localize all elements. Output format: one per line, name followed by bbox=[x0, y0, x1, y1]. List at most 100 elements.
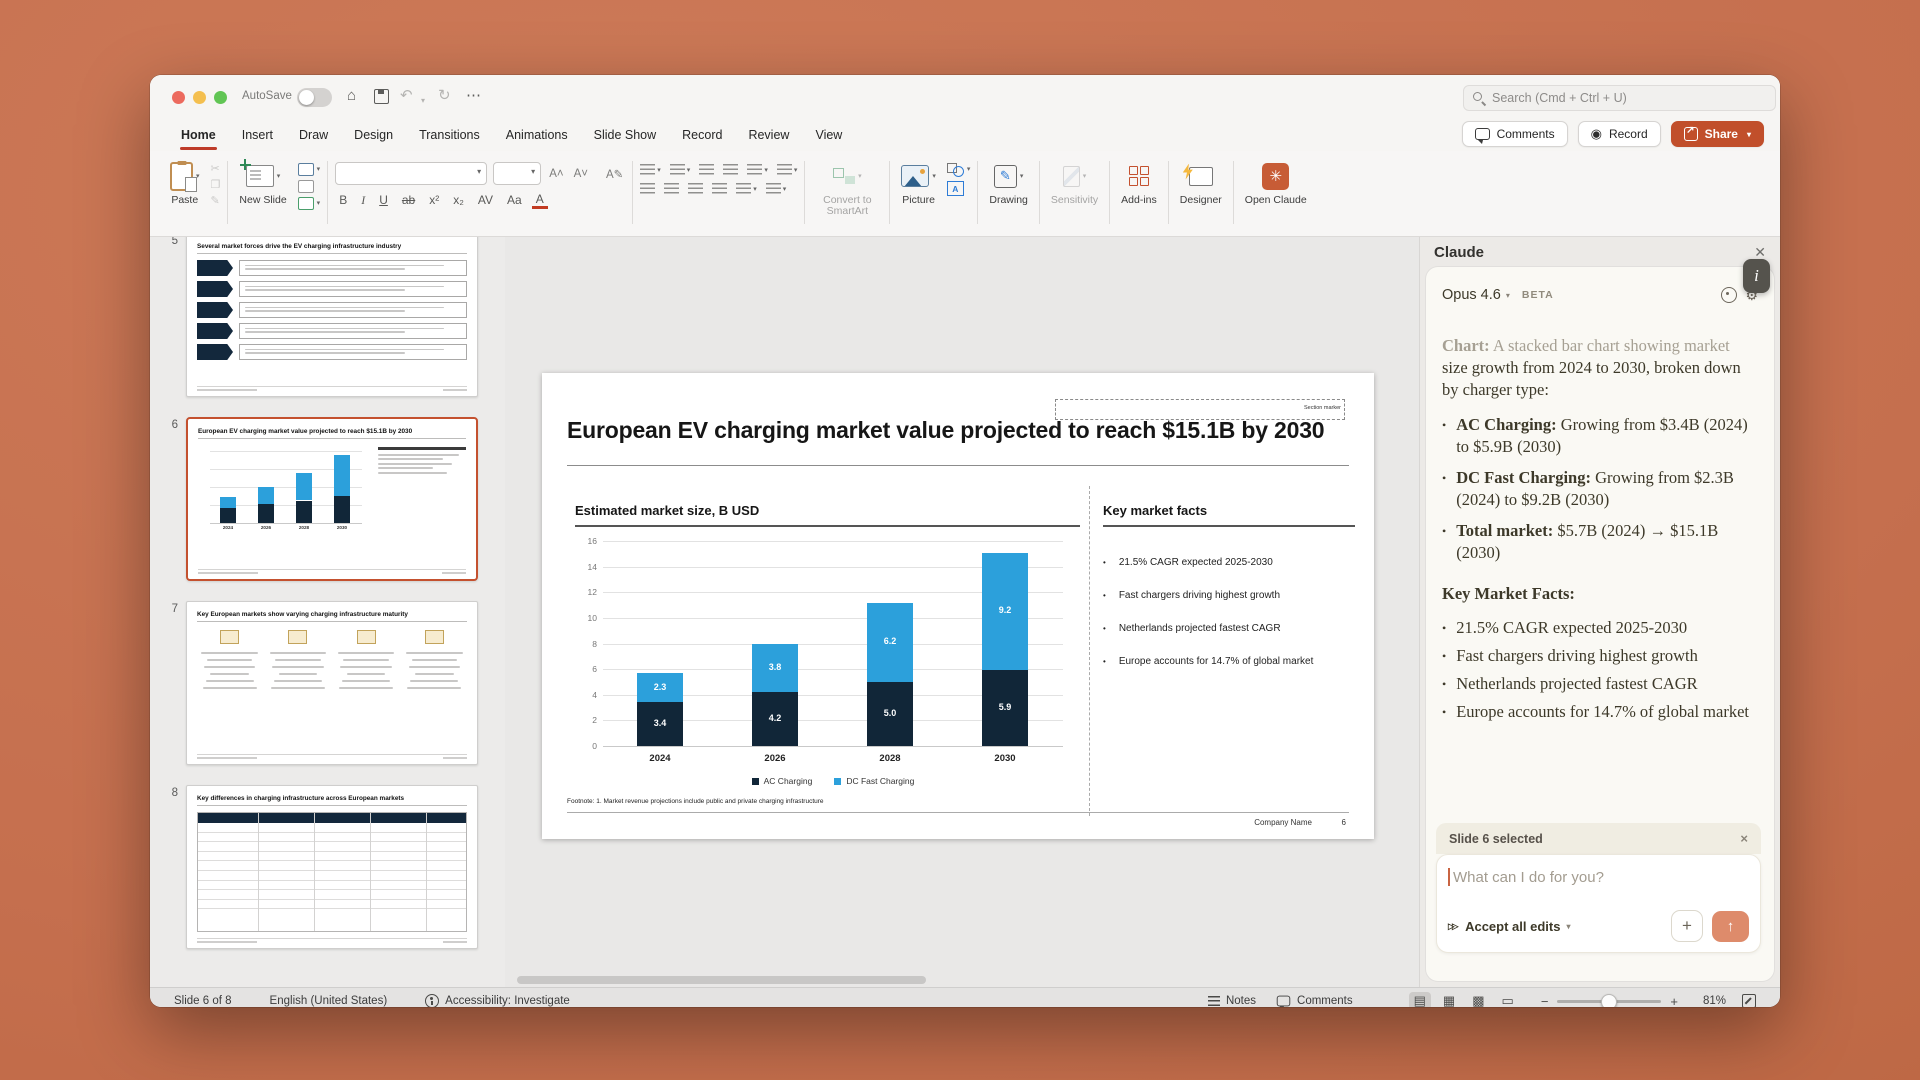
picture-button[interactable]: ▾ Picture bbox=[897, 159, 940, 236]
reading-view-button[interactable]: ▩ bbox=[1467, 992, 1489, 1007]
align-right-button[interactable] bbox=[688, 183, 703, 194]
tab-animations[interactable]: Animations bbox=[493, 118, 581, 151]
comments-button[interactable]: Comments bbox=[1462, 121, 1568, 147]
undo-icon[interactable]: ↶ bbox=[400, 86, 413, 106]
new-slide-button[interactable]: ▾ New Slide bbox=[235, 159, 290, 236]
tab-view[interactable]: View bbox=[802, 118, 855, 151]
notes-button[interactable]: Notes bbox=[1208, 995, 1256, 1007]
subscript-button[interactable]: x₂ bbox=[449, 191, 468, 209]
undo-chevron-icon[interactable]: ▾ bbox=[421, 91, 425, 111]
zoom-level[interactable]: 81% bbox=[1692, 995, 1726, 1007]
record-button[interactable]: ◉ Record bbox=[1578, 121, 1661, 147]
text-box-button[interactable] bbox=[947, 181, 971, 196]
decrease-font-size-button[interactable]: A˅ bbox=[572, 168, 590, 180]
slide-title[interactable]: European EV charging market value projec… bbox=[567, 417, 1349, 444]
indent-decrease-button[interactable] bbox=[699, 164, 714, 175]
more-commands-icon[interactable]: ⋯ bbox=[466, 86, 481, 106]
tab-transitions[interactable]: Transitions bbox=[406, 118, 493, 151]
align-center-button[interactable] bbox=[664, 183, 679, 194]
share-button[interactable]: Share ▾ bbox=[1671, 121, 1764, 147]
minimize-window-button[interactable] bbox=[193, 91, 206, 104]
font-color-button[interactable]: A bbox=[532, 192, 548, 209]
slide-editor[interactable]: Section marker European EV charging mark… bbox=[542, 373, 1374, 839]
slide-footnote[interactable]: Footnote: 1. Market revenue projections … bbox=[567, 798, 824, 805]
market-chart[interactable]: Estimated market size, B USD 02468101214… bbox=[575, 503, 1087, 803]
close-panel-icon[interactable]: ✕ bbox=[1754, 244, 1766, 261]
chat-input[interactable]: What can I do for you? ▷▷ Accept all edi… bbox=[1436, 854, 1761, 953]
align-left-button[interactable] bbox=[640, 183, 655, 194]
indent-increase-button[interactable] bbox=[723, 164, 738, 175]
slideshow-button[interactable]: ▭ bbox=[1497, 992, 1519, 1007]
zoom-slider-knob[interactable] bbox=[1601, 994, 1617, 1008]
cut-button[interactable]: ✂ bbox=[211, 163, 221, 175]
open-claude-button[interactable]: ✳ Open Claude bbox=[1241, 159, 1311, 236]
shapes-button[interactable]: ▾ bbox=[947, 163, 971, 177]
sensitivity-button[interactable]: ▾ Sensitivity bbox=[1047, 159, 1102, 236]
justify-button[interactable] bbox=[712, 183, 727, 194]
tab-draw[interactable]: Draw bbox=[286, 118, 341, 151]
designer-button[interactable]: Designer bbox=[1176, 159, 1226, 236]
normal-view-button[interactable]: ▤ bbox=[1409, 992, 1431, 1007]
key-facts-box[interactable]: Key market facts •21.5% CAGR expected 20… bbox=[1103, 503, 1355, 688]
redo-icon[interactable]: ↻ bbox=[438, 86, 451, 106]
slide-thumbnail-8[interactable]: Key differences in charging infrastructu… bbox=[186, 785, 478, 949]
accessibility-button[interactable]: Accessibility: Investigate bbox=[425, 994, 570, 1007]
italic-button[interactable]: I bbox=[357, 191, 369, 209]
line-spacing-button[interactable]: ▾ bbox=[747, 164, 768, 175]
zoom-slider[interactable] bbox=[1557, 1000, 1661, 1003]
zoom-in-button[interactable]: + bbox=[1670, 994, 1678, 1008]
send-button[interactable]: ↑ bbox=[1712, 911, 1749, 942]
slide-thumbnail-6[interactable]: European EV charging market value projec… bbox=[186, 417, 478, 581]
bold-button[interactable]: B bbox=[335, 191, 351, 209]
add-attachment-button[interactable]: + bbox=[1671, 910, 1703, 942]
format-painter-button[interactable]: ✎ bbox=[211, 195, 221, 207]
slide-layout-button[interactable]: ▾ bbox=[298, 163, 321, 176]
tab-home[interactable]: Home bbox=[168, 118, 229, 151]
fullscreen-icon[interactable] bbox=[1742, 994, 1756, 1007]
search-input[interactable]: Search (Cmd + Ctrl + U) bbox=[1463, 85, 1776, 111]
tab-record[interactable]: Record bbox=[669, 118, 735, 151]
slide-sorter-button[interactable]: ▦ bbox=[1438, 992, 1460, 1007]
addins-button[interactable]: Add-ins bbox=[1117, 159, 1161, 236]
language-button[interactable]: English (United States) bbox=[270, 995, 388, 1007]
convert-to-smartart-button[interactable]: ▾ Convert to SmartArt bbox=[812, 159, 882, 236]
numbered-list-button[interactable]: ▾ bbox=[670, 164, 691, 175]
increase-font-size-button[interactable]: A˄ bbox=[547, 168, 565, 180]
close-window-button[interactable] bbox=[172, 91, 185, 104]
horizontal-scrollbar[interactable] bbox=[517, 976, 1407, 984]
home-icon[interactable]: ⌂ bbox=[347, 86, 356, 106]
tab-review[interactable]: Review bbox=[735, 118, 802, 151]
info-tab-button[interactable]: i bbox=[1743, 259, 1770, 293]
tab-slide-show[interactable]: Slide Show bbox=[581, 118, 670, 151]
zoom-out-button[interactable]: − bbox=[1541, 994, 1549, 1008]
clear-formatting-button[interactable]: A✎ bbox=[604, 167, 625, 181]
slide-thumbnail-7[interactable]: Key European markets show varying chargi… bbox=[186, 601, 478, 765]
reset-slide-button[interactable] bbox=[298, 180, 321, 193]
tab-insert[interactable]: Insert bbox=[229, 118, 286, 151]
scrollbar-thumb[interactable] bbox=[517, 976, 926, 984]
character-spacing-button[interactable]: AV bbox=[474, 191, 497, 209]
accept-all-edits-button[interactable]: ▷▷ Accept all edits ▾ bbox=[1448, 919, 1570, 934]
slide-thumbnail-5[interactable]: Several market forces drive the EV charg… bbox=[186, 237, 478, 397]
arrange-text-button[interactable]: ▾ bbox=[766, 183, 787, 194]
comments-toggle-button[interactable]: Comments bbox=[1276, 995, 1353, 1007]
save-icon[interactable] bbox=[374, 89, 389, 104]
feedback-icon[interactable] bbox=[1721, 287, 1737, 303]
text-direction-button[interactable]: ▾ bbox=[736, 183, 757, 194]
paste-button[interactable]: ▾ Paste bbox=[166, 159, 204, 236]
change-case-button[interactable]: Aa bbox=[503, 191, 526, 209]
underline-button[interactable]: U bbox=[375, 191, 392, 209]
autosave-toggle[interactable] bbox=[297, 88, 332, 107]
model-selector[interactable]: Opus 4.6 ▾ bbox=[1442, 287, 1510, 303]
strikethrough-button[interactable]: ab bbox=[398, 191, 419, 209]
font-size-dropdown[interactable] bbox=[493, 162, 541, 185]
superscript-button[interactable]: x² bbox=[425, 191, 443, 209]
copy-button[interactable]: ❐ bbox=[211, 179, 221, 191]
tab-design[interactable]: Design bbox=[341, 118, 406, 151]
columns-button[interactable]: ▾ bbox=[777, 164, 798, 175]
maximize-window-button[interactable] bbox=[214, 91, 227, 104]
bullet-list-button[interactable]: ▾ bbox=[640, 164, 661, 175]
font-name-dropdown[interactable] bbox=[335, 162, 487, 185]
chip-close-icon[interactable]: × bbox=[1740, 831, 1748, 846]
drawing-button[interactable]: ✎▾ Drawing bbox=[985, 159, 1032, 236]
